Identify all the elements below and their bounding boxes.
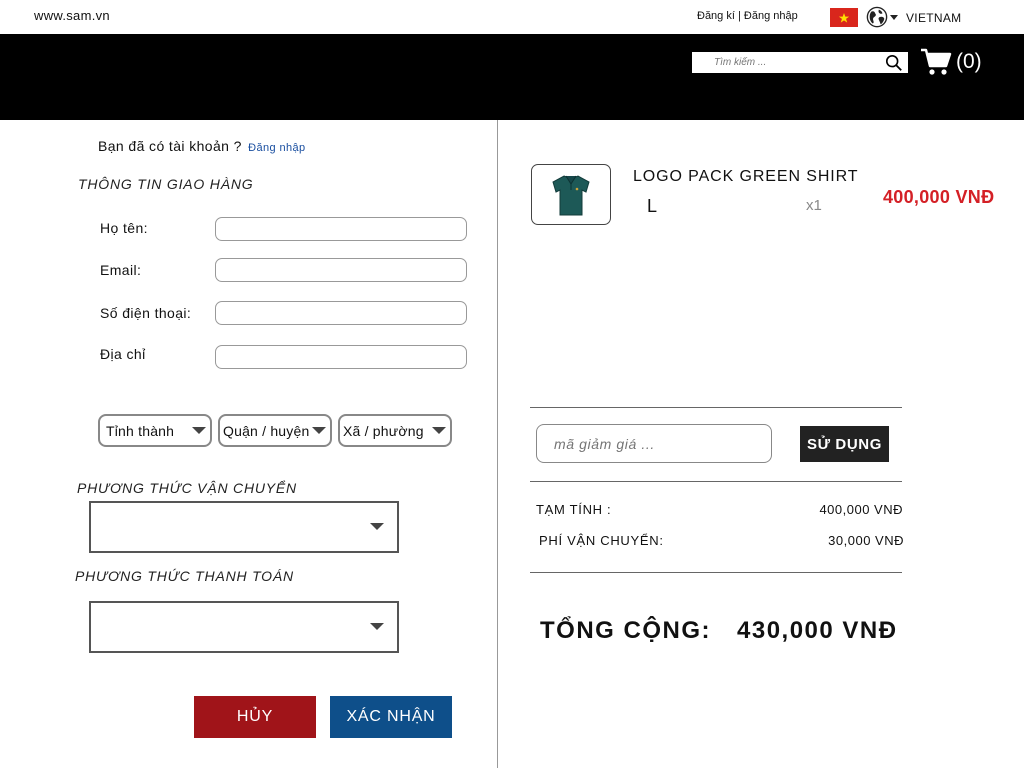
login-link[interactable]: Đăng nhập bbox=[744, 10, 798, 22]
have-account-prompt: Bạn đã có tài khoản ? Đăng nhập bbox=[98, 138, 306, 154]
divider-line bbox=[530, 572, 902, 573]
search-icon[interactable] bbox=[885, 54, 903, 72]
site-url: www.sam.vn bbox=[34, 8, 110, 23]
shipping-fee-label: PHÍ VẬN CHUYỂN: bbox=[539, 533, 664, 548]
name-field[interactable] bbox=[215, 217, 467, 241]
register-link[interactable]: Đăng kí bbox=[697, 10, 735, 22]
phone-label: Số điện thoại: bbox=[100, 305, 192, 321]
shipping-fee-value: 30,000 VNĐ bbox=[828, 533, 904, 548]
chevron-down-icon bbox=[312, 427, 326, 434]
cancel-button[interactable]: HỦY bbox=[194, 696, 316, 738]
product-size: L bbox=[647, 196, 658, 216]
chevron-down-icon bbox=[432, 427, 446, 434]
province-select-label: Tỉnh thành bbox=[106, 422, 175, 439]
product-price: 400,000 VNĐ bbox=[883, 187, 995, 207]
total-value: 430,000 VNĐ bbox=[737, 617, 898, 644]
payment-method-select[interactable] bbox=[89, 601, 399, 653]
vietnam-flag-icon[interactable] bbox=[830, 8, 858, 27]
column-divider bbox=[497, 120, 498, 768]
country-label: VIETNAM bbox=[906, 11, 962, 25]
payment-method-title: PHƯƠNG THỨC THANH TOÁN bbox=[75, 568, 294, 584]
apply-coupon-button[interactable]: SỬ DỤNG bbox=[800, 426, 889, 462]
have-account-text: Bạn đã có tài khoản ? bbox=[98, 138, 242, 154]
chevron-down-icon bbox=[192, 427, 206, 434]
phone-field[interactable] bbox=[215, 301, 467, 325]
email-field[interactable] bbox=[215, 258, 467, 282]
email-label: Email: bbox=[100, 262, 142, 278]
product-thumbnail[interactable] bbox=[531, 164, 611, 225]
chevron-down-icon bbox=[370, 623, 384, 630]
divider-line bbox=[530, 407, 902, 408]
cart-count: (0) bbox=[956, 50, 982, 73]
green-polo-shirt-icon bbox=[552, 174, 590, 215]
chevron-down-icon bbox=[890, 14, 898, 20]
confirm-button[interactable]: XÁC NHẬN bbox=[330, 696, 452, 738]
shipping-method-title: PHƯƠNG THỨC VẬN CHUYỂN bbox=[77, 480, 297, 496]
search-input[interactable] bbox=[692, 53, 880, 72]
district-select[interactable]: Quận / huyện bbox=[218, 414, 332, 447]
auth-links: Đăng kí | Đăng nhập bbox=[697, 10, 798, 22]
address-label: Địa chỉ bbox=[100, 346, 146, 362]
shipping-method-select[interactable] bbox=[89, 501, 399, 553]
ward-select-label: Xã / phường bbox=[343, 422, 424, 439]
coupon-input[interactable] bbox=[536, 424, 772, 463]
shipping-info-title: THÔNG TIN GIAO HÀNG bbox=[78, 176, 254, 192]
order-total: TỔNG CỘNG: 430,000 VNĐ bbox=[540, 617, 898, 645]
login-link-inline[interactable]: Đăng nhập bbox=[248, 142, 305, 154]
name-label: Họ tên: bbox=[100, 220, 148, 236]
search-box bbox=[692, 52, 908, 73]
auth-separator: | bbox=[737, 10, 741, 22]
province-select[interactable]: Tỉnh thành bbox=[98, 414, 212, 447]
subtotal-label: TẠM TÍNH : bbox=[536, 502, 612, 517]
district-select-label: Quận / huyện bbox=[223, 422, 310, 439]
divider-line bbox=[530, 481, 902, 482]
product-name: LOGO PACK GREEN SHIRT bbox=[633, 168, 859, 185]
cart-button[interactable]: (0) bbox=[920, 47, 982, 77]
total-label: TỔNG CỘNG: bbox=[540, 617, 711, 644]
subtotal-value: 400,000 VNĐ bbox=[819, 502, 903, 517]
ward-select[interactable]: Xã / phường bbox=[338, 414, 452, 447]
product-quantity: x1 bbox=[806, 197, 822, 214]
globe-icon[interactable] bbox=[866, 6, 902, 28]
cart-icon bbox=[921, 48, 952, 75]
chevron-down-icon bbox=[370, 523, 384, 530]
header-bar bbox=[0, 34, 1024, 120]
address-field[interactable] bbox=[215, 345, 467, 369]
